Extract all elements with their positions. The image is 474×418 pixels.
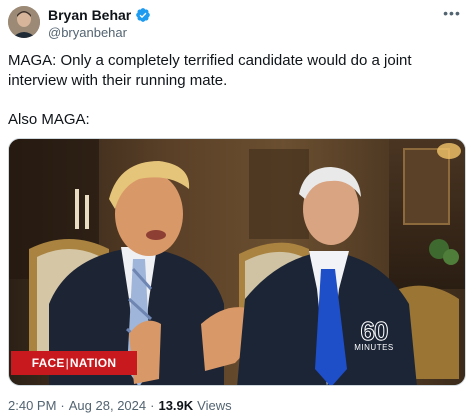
avatar[interactable] (8, 6, 40, 38)
tweet-date[interactable]: Aug 28, 2024 (69, 398, 146, 414)
logo-nation-text: NATION (69, 356, 117, 370)
views-label: Views (197, 398, 232, 413)
sixty-minutes-number: 60 (360, 316, 389, 346)
avatar-image (8, 6, 40, 38)
author-handle[interactable]: @bryanbehar (48, 25, 127, 41)
logo-separator: | (65, 356, 69, 370)
meta-separator: · (150, 398, 155, 413)
tweet-paragraph: MAGA: Only a completely terrified candid… (8, 52, 412, 89)
more-horizontal-icon: ••• (443, 5, 461, 21)
verified-badge-icon[interactable] (135, 7, 151, 23)
tweet-text: MAGA: Only a completely terrified candid… (8, 51, 468, 130)
tweet-card: Bryan Behar @bryanbehar ••• MAGA: Only a… (0, 0, 474, 418)
tweet-time[interactable]: 2:40 PM (8, 398, 56, 414)
author-name-row: Bryan Behar (48, 6, 151, 24)
face-the-nation-logo: FACE | NATION (11, 351, 137, 375)
tweet-media-image[interactable]: FACE | NATION 60 MINUTES (8, 138, 466, 386)
meta-separator: · (60, 398, 65, 413)
logo-face-text: FACE (31, 356, 65, 370)
sixty-minutes-logo: 60 MINUTES (349, 316, 399, 353)
more-options-button[interactable]: ••• (440, 4, 464, 22)
tweet-paragraph: Also MAGA: (8, 111, 90, 128)
sixty-minutes-word: MINUTES (354, 343, 394, 352)
tweet-metadata: 2:40 PM · Aug 28, 2024 · 13.9K Views (8, 398, 232, 414)
author-display-name[interactable]: Bryan Behar (48, 6, 131, 24)
views-count[interactable]: 13.9K (158, 398, 193, 414)
